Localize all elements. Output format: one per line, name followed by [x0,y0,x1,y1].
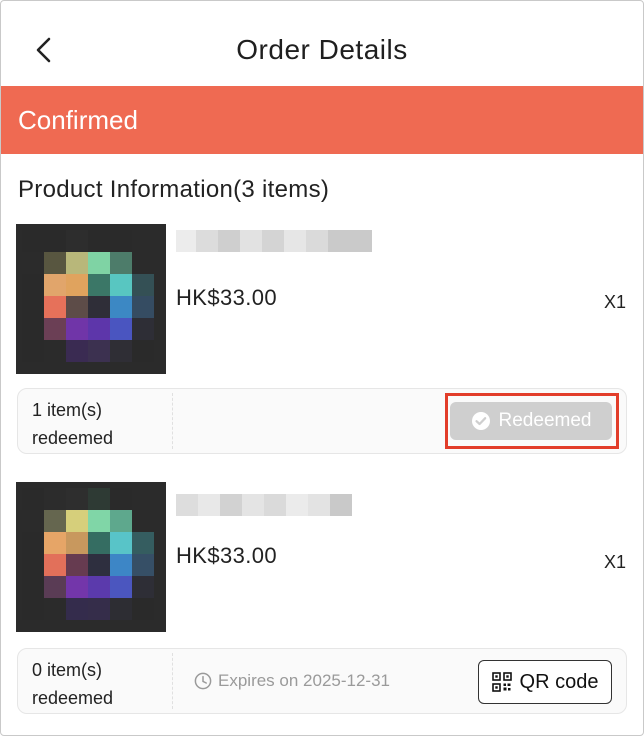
section-title: Product Information(3 items) [18,176,330,203]
product-price: HK$33.00 [176,285,278,310]
product-thumbnail [16,482,166,632]
redeem-status-card: 0 item(s) redeemed Expires on 2025-12-31… [17,648,627,714]
clock-icon [194,672,212,690]
product-name-redacted [176,230,372,252]
product-price: HK$33.00 [176,543,278,568]
product-quantity: X1 [603,292,626,312]
product-thumbnail [16,224,166,374]
divider [172,393,173,449]
divider [172,653,173,709]
expiry-text: Expires on 2025-12-31 [218,671,391,690]
qr-code-label: QR code [519,670,599,693]
product-name-redacted [176,494,352,516]
redeem-count: 0 item(s) redeemed [32,660,114,708]
qr-code-icon [491,672,512,692]
status-banner: Confirmed [0,86,644,154]
redeem-count: 1 item(s) redeemed [32,400,114,448]
product-quantity: X1 [603,552,626,572]
expiry-info: Expires on 2025-12-31 [194,670,390,692]
app-header: Order Details [0,0,644,86]
qr-code-button[interactable]: QR code [478,660,612,704]
page-title: Order Details [236,34,408,65]
status-label: Confirmed [18,105,138,135]
product-item[interactable]: HK$33.00 X1 [0,478,644,638]
product-item[interactable]: HK$33.00 X1 [0,220,644,380]
redeemed-button-highlight [445,393,619,449]
